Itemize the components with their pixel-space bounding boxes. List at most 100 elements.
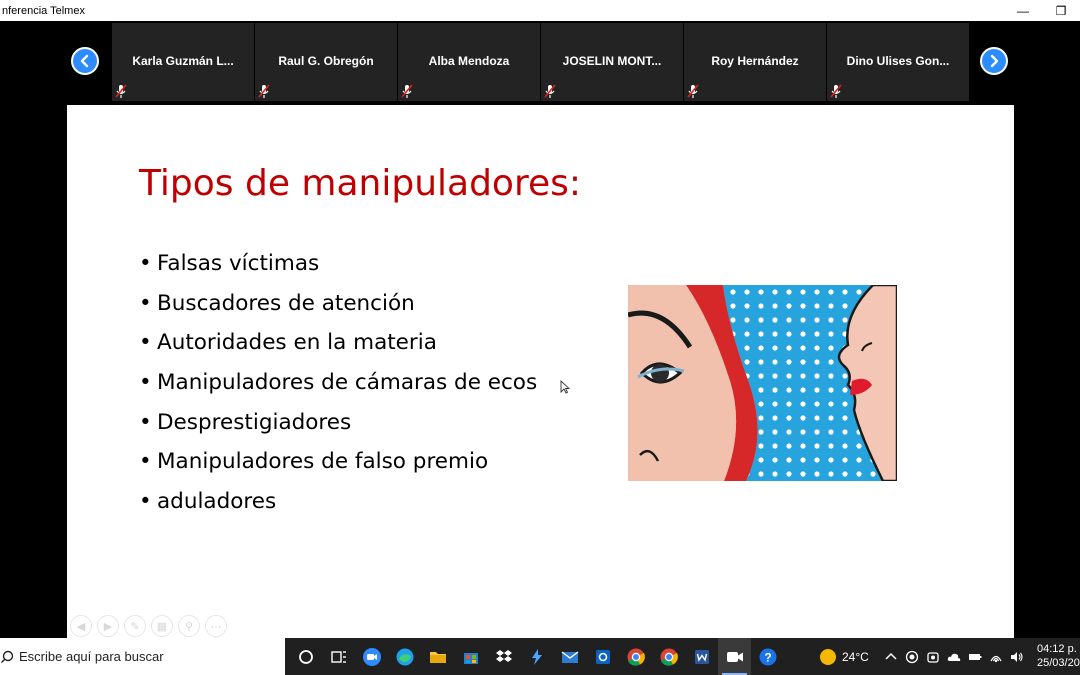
- minimize-button[interactable]: —: [1004, 0, 1042, 21]
- cortana-button[interactable]: [289, 638, 322, 675]
- outlook-icon: [595, 649, 610, 664]
- power-automate-button[interactable]: [520, 638, 553, 675]
- arrow-right-icon: ▶: [103, 620, 113, 633]
- record-indicator[interactable]: [902, 638, 923, 675]
- mail-icon: [561, 650, 578, 663]
- taskbar-search-box[interactable]: Escribe aquí para buscar: [0, 638, 285, 675]
- bullet-marker: •: [139, 409, 152, 435]
- outlook-button[interactable]: [586, 638, 619, 675]
- search-icon: [1, 650, 14, 663]
- participant-tile[interactable]: Raul G. Obregón: [255, 23, 397, 101]
- wifi-icon: [990, 655, 1002, 662]
- chrome-button[interactable]: [619, 638, 652, 675]
- list-item: • Manipuladores de cámaras de ecos: [139, 368, 537, 408]
- window-titlebar: nferencia Telmex — ❐: [0, 0, 1080, 21]
- grid-icon: ▦: [156, 620, 168, 633]
- list-item: • aduladores: [139, 487, 537, 527]
- bullet-text: Desprestigiadores: [157, 409, 352, 435]
- chevron-up-icon: [885, 652, 897, 660]
- pop-art-illustration: [628, 285, 897, 481]
- shared-slide: Tipos de manipuladores: • Falsas víctimas…: [67, 105, 1014, 638]
- zoom-meeting-button[interactable]: [718, 638, 751, 675]
- screen: nferencia Telmex — ❐ Karla Guzmán L... R…: [0, 0, 1080, 675]
- chrome-profile-button[interactable]: [652, 638, 685, 675]
- ellipsis-icon: ⋯: [210, 620, 222, 633]
- meet-now-button[interactable]: [923, 638, 944, 675]
- task-view-button[interactable]: [322, 638, 355, 675]
- participant-name: Raul G. Obregón: [278, 54, 374, 68]
- participant-name: Roy Hernández: [711, 54, 799, 68]
- muted-mic-icon: [687, 84, 699, 98]
- participant-name: Dino Ulises Gon...: [846, 54, 950, 68]
- word-button[interactable]: [685, 638, 718, 675]
- mail-button[interactable]: [553, 638, 586, 675]
- slide-title: Tipos de manipuladores:: [139, 163, 582, 204]
- help-button[interactable]: ?: [751, 638, 784, 675]
- participant-tile[interactable]: Roy Hernández: [684, 23, 826, 101]
- participant-name: Alba Mendoza: [428, 54, 510, 68]
- lightning-icon: [531, 648, 542, 665]
- show-hidden-icons-button[interactable]: [881, 638, 902, 675]
- weather-widget[interactable]: 24°C: [820, 648, 869, 665]
- store-icon: [463, 652, 478, 664]
- video-camera-icon: [726, 651, 743, 662]
- windows-taskbar: Escribe aquí para buscar ? 24°C 04:12 p.…: [0, 638, 1080, 675]
- participant-tile[interactable]: JOSELIN MONT...: [541, 23, 683, 101]
- bullet-text: Manipuladores de falso premio: [157, 449, 489, 475]
- next-slide-button[interactable]: ▶: [97, 615, 119, 637]
- clock-time: 04:12 p. m.: [1037, 643, 1080, 655]
- next-participants-button[interactable]: [980, 47, 1008, 75]
- weather-temperature: 24°C: [842, 649, 869, 664]
- pen-tool-button[interactable]: ✎: [124, 615, 146, 637]
- previous-participants-button[interactable]: [71, 47, 99, 75]
- pen-icon: ✎: [130, 620, 140, 633]
- folder-icon: [429, 651, 446, 663]
- dropbox-icon: [495, 649, 512, 662]
- mouse-pointer-icon: [560, 380, 570, 394]
- zoom-button[interactable]: ⚲: [178, 615, 200, 637]
- bullet-marker: •: [139, 489, 152, 515]
- muted-mic-icon: [401, 84, 413, 98]
- bullet-text: aduladores: [157, 489, 277, 515]
- window-title: nferencia Telmex: [2, 4, 85, 17]
- chrome-icon: [660, 648, 678, 666]
- bullet-marker: •: [139, 290, 152, 316]
- bullet-marker: •: [139, 370, 152, 396]
- muted-mic-icon: [544, 84, 556, 98]
- cortana-icon: [298, 649, 313, 664]
- taskbar-clock[interactable]: 04:12 p. m. 25/03/2022: [1037, 642, 1080, 670]
- file-explorer-button[interactable]: [421, 638, 454, 675]
- participant-tile[interactable]: Alba Mendoza: [398, 23, 540, 101]
- list-item: • Falsas víctimas: [139, 249, 537, 289]
- taskbar-apps: ?: [289, 638, 784, 675]
- zoom-app-button[interactable]: [355, 638, 388, 675]
- arrow-left-icon: ◀: [76, 620, 86, 633]
- participant-tiles: Karla Guzmán L... Raul G. Obregón Alba M…: [112, 23, 969, 101]
- previous-slide-button[interactable]: ◀: [70, 615, 92, 637]
- slides-overview-button[interactable]: ▦: [151, 615, 173, 637]
- clock-date: 25/03/2022: [1037, 657, 1080, 669]
- restore-button[interactable]: ❐: [1042, 0, 1080, 21]
- participant-tile[interactable]: Karla Guzmán L...: [112, 23, 254, 101]
- bullet-marker: •: [139, 251, 152, 276]
- help-icon: ?: [759, 648, 776, 665]
- store-button[interactable]: [454, 638, 487, 675]
- battery-indicator[interactable]: [965, 638, 986, 675]
- system-tray: 24°C: [820, 638, 1028, 675]
- dropbox-button[interactable]: [487, 638, 520, 675]
- list-item: • Buscadores de atención: [139, 289, 537, 329]
- more-options-button[interactable]: ⋯: [205, 615, 227, 637]
- bullet-text: Manipuladores de cámaras de ecos: [157, 370, 538, 396]
- volume-button[interactable]: [1007, 638, 1028, 675]
- wifi-indicator[interactable]: [986, 638, 1007, 675]
- search-placeholder: Escribe aquí para buscar: [19, 649, 164, 664]
- onedrive-button[interactable]: [944, 638, 965, 675]
- zoom-app-icon: [362, 647, 381, 666]
- bullet-text: Autoridades en la materia: [157, 330, 437, 356]
- edge-button[interactable]: [388, 638, 421, 675]
- bullet-text: Falsas víctimas: [157, 251, 320, 276]
- svg-text:?: ?: [764, 650, 771, 664]
- participant-tile[interactable]: Dino Ulises Gon...: [827, 23, 969, 101]
- speaker-icon: [1011, 651, 1023, 662]
- chevron-right-icon: [990, 54, 999, 68]
